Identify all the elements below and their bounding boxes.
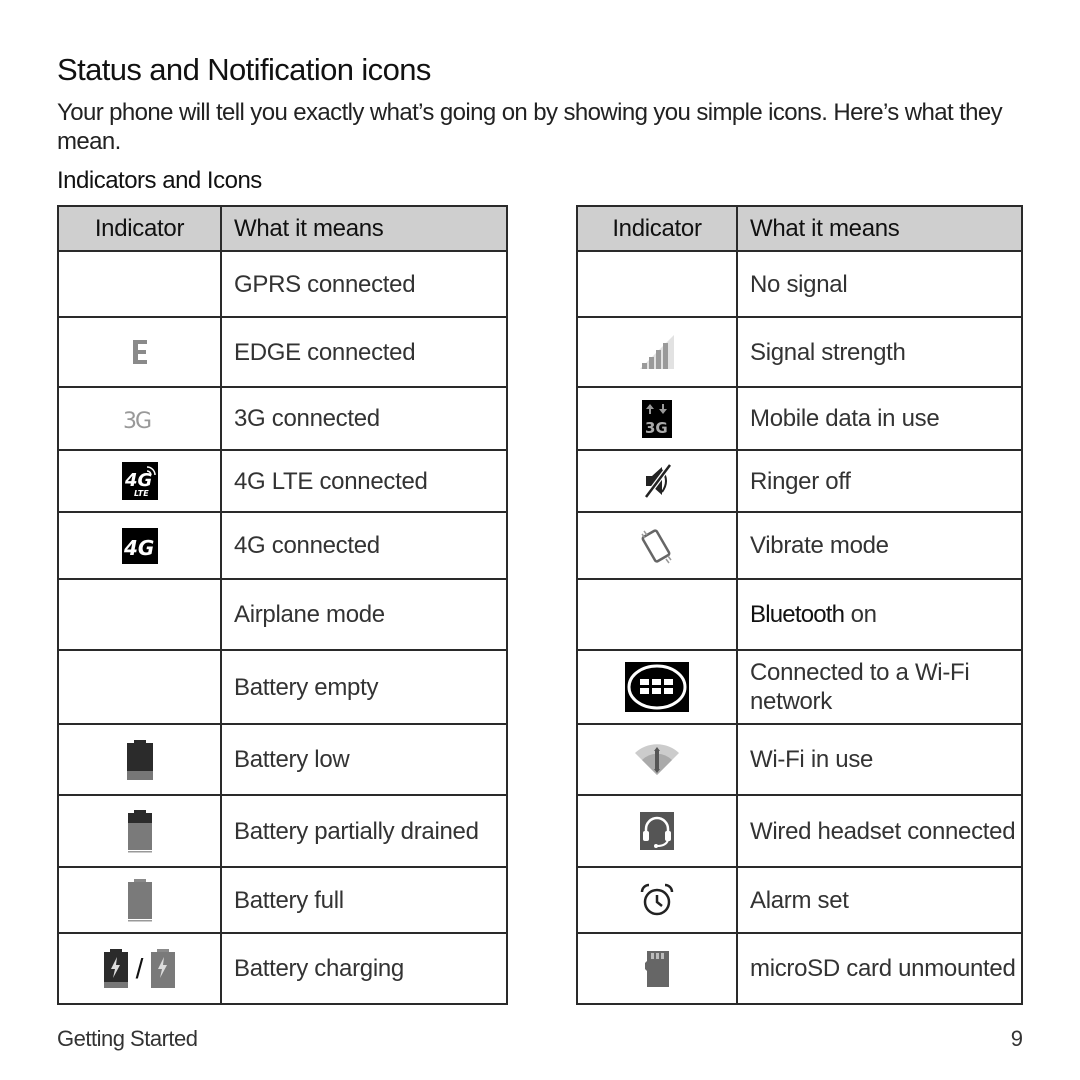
table-row: 4G LTE 4G LTE connected bbox=[57, 449, 508, 513]
header-indicator: Indicator bbox=[57, 205, 222, 252]
table-row: Signal strength bbox=[576, 316, 1023, 388]
meaning-cell: EDGE connected bbox=[220, 316, 508, 388]
table-row: Vibrate mode bbox=[576, 511, 1023, 580]
meaning-cell: 4G connected bbox=[220, 511, 508, 580]
indicator-cell-empty bbox=[576, 578, 738, 651]
headset-icon bbox=[640, 812, 674, 850]
battery-full-icon bbox=[127, 879, 152, 922]
alarm-icon bbox=[640, 883, 674, 916]
table-row: 3G 3G connected bbox=[57, 386, 508, 451]
section-subheading: Indicators and Icons bbox=[57, 167, 262, 194]
table-row: Alarm set bbox=[576, 866, 1023, 934]
meaning-cell: Battery low bbox=[220, 723, 508, 796]
indicator-cell-empty bbox=[57, 649, 222, 725]
table-header-row: Indicator What it means bbox=[57, 205, 508, 252]
page-title: Status and Notification icons bbox=[57, 52, 431, 87]
footer-section-name: Getting Started bbox=[57, 1026, 198, 1051]
table-row: Connected to a Wi-Fi network bbox=[576, 649, 1023, 725]
meaning-cell: Vibrate mode bbox=[736, 511, 1023, 580]
table-row: 4G 4G connected bbox=[57, 511, 508, 580]
meaning-cell: Signal strength bbox=[736, 316, 1023, 388]
meaning-cell: Battery full bbox=[220, 866, 508, 934]
svg-text:3G: 3G bbox=[123, 409, 151, 432]
table-row: Airplane mode bbox=[57, 578, 508, 651]
header-what-it-means: What it means bbox=[220, 205, 508, 252]
wifi-network-icon bbox=[625, 662, 689, 712]
battery-partial-icon bbox=[127, 810, 152, 853]
meaning-cell: 3G connected bbox=[220, 386, 508, 451]
meaning-cell: Alarm set bbox=[736, 866, 1023, 934]
header-what-it-means: What it means bbox=[736, 205, 1023, 252]
svg-text:4G: 4G bbox=[123, 536, 154, 560]
meaning-cell: Battery partially drained bbox=[220, 794, 508, 868]
table-row: Battery low bbox=[57, 723, 508, 796]
table-row: Battery full bbox=[57, 866, 508, 934]
ringer-off-icon bbox=[644, 463, 672, 499]
table-row: Wi-Fi in use bbox=[576, 723, 1023, 796]
table-row: No signal bbox=[576, 250, 1023, 318]
wifi-in-use-icon bbox=[635, 743, 679, 775]
table-header-row: Indicator What it means bbox=[576, 205, 1023, 252]
meaning-cell: Battery charging bbox=[220, 932, 508, 1005]
table-row: 3G Mobile data in use bbox=[576, 386, 1023, 451]
battery-charging-low-icon bbox=[103, 948, 128, 988]
meaning-cell: Wired headset connected bbox=[736, 794, 1023, 868]
indicators-table-right: Indicator What it means No signal Signal… bbox=[576, 205, 1023, 1005]
table-row: Wired headset connected bbox=[576, 794, 1023, 868]
microsd-icon bbox=[645, 950, 669, 987]
indicators-table-left: Indicator What it means GPRS connected E… bbox=[57, 205, 508, 1005]
4g-icon: 4G bbox=[121, 527, 158, 564]
battery-charging-full-icon bbox=[151, 948, 176, 988]
mobile-data-3g-icon: 3G bbox=[642, 399, 672, 438]
4g-lte-icon: 4G LTE bbox=[121, 462, 158, 500]
indicator-cell-empty bbox=[576, 250, 738, 318]
meaning-cell: Wi-Fi in use bbox=[736, 723, 1023, 796]
svg-text:3G: 3G bbox=[645, 419, 668, 437]
indicator-cell-empty bbox=[57, 250, 222, 318]
table-row: Bluetooth on bbox=[576, 578, 1023, 651]
meaning-cell: Bluetooth on bbox=[736, 578, 1023, 651]
intro-paragraph: Your phone will tell you exactly what’s … bbox=[57, 99, 1003, 155]
meaning-cell: Connected to a Wi-Fi network bbox=[736, 649, 1023, 725]
edge-icon bbox=[132, 340, 147, 364]
meaning-cell: 4G LTE connected bbox=[220, 449, 508, 513]
table-row: / Battery charging bbox=[57, 932, 508, 1005]
battery-low-icon bbox=[126, 739, 153, 780]
meaning-cell: No signal bbox=[736, 250, 1023, 318]
table-row: GPRS connected bbox=[57, 250, 508, 318]
meaning-cell: microSD card unmounted bbox=[736, 932, 1023, 1005]
meaning-cell: Ringer off bbox=[736, 449, 1023, 513]
indicator-cell-empty bbox=[57, 578, 222, 651]
meaning-cell: Battery empty bbox=[220, 649, 508, 725]
table-row: Battery partially drained bbox=[57, 794, 508, 868]
page-number: 9 bbox=[1010, 1026, 1023, 1051]
svg-text:4G: 4G bbox=[124, 470, 152, 491]
bluetooth-label: Bluetooth bbox=[750, 601, 845, 628]
signal-strength-icon bbox=[640, 335, 674, 369]
bluetooth-state: on bbox=[850, 601, 877, 628]
3g-icon: 3G bbox=[123, 409, 153, 432]
header-indicator: Indicator bbox=[576, 205, 738, 252]
separator: / bbox=[135, 952, 144, 984]
table-row: Battery empty bbox=[57, 649, 508, 725]
table-row: EDGE connected bbox=[57, 316, 508, 388]
meaning-cell: Mobile data in use bbox=[736, 386, 1023, 451]
meaning-cell: Airplane mode bbox=[220, 578, 508, 651]
svg-text:LTE: LTE bbox=[134, 489, 149, 498]
table-row: Ringer off bbox=[576, 449, 1023, 513]
vibrate-icon bbox=[641, 528, 672, 563]
meaning-cell: GPRS connected bbox=[220, 250, 508, 318]
table-row: microSD card unmounted bbox=[576, 932, 1023, 1005]
